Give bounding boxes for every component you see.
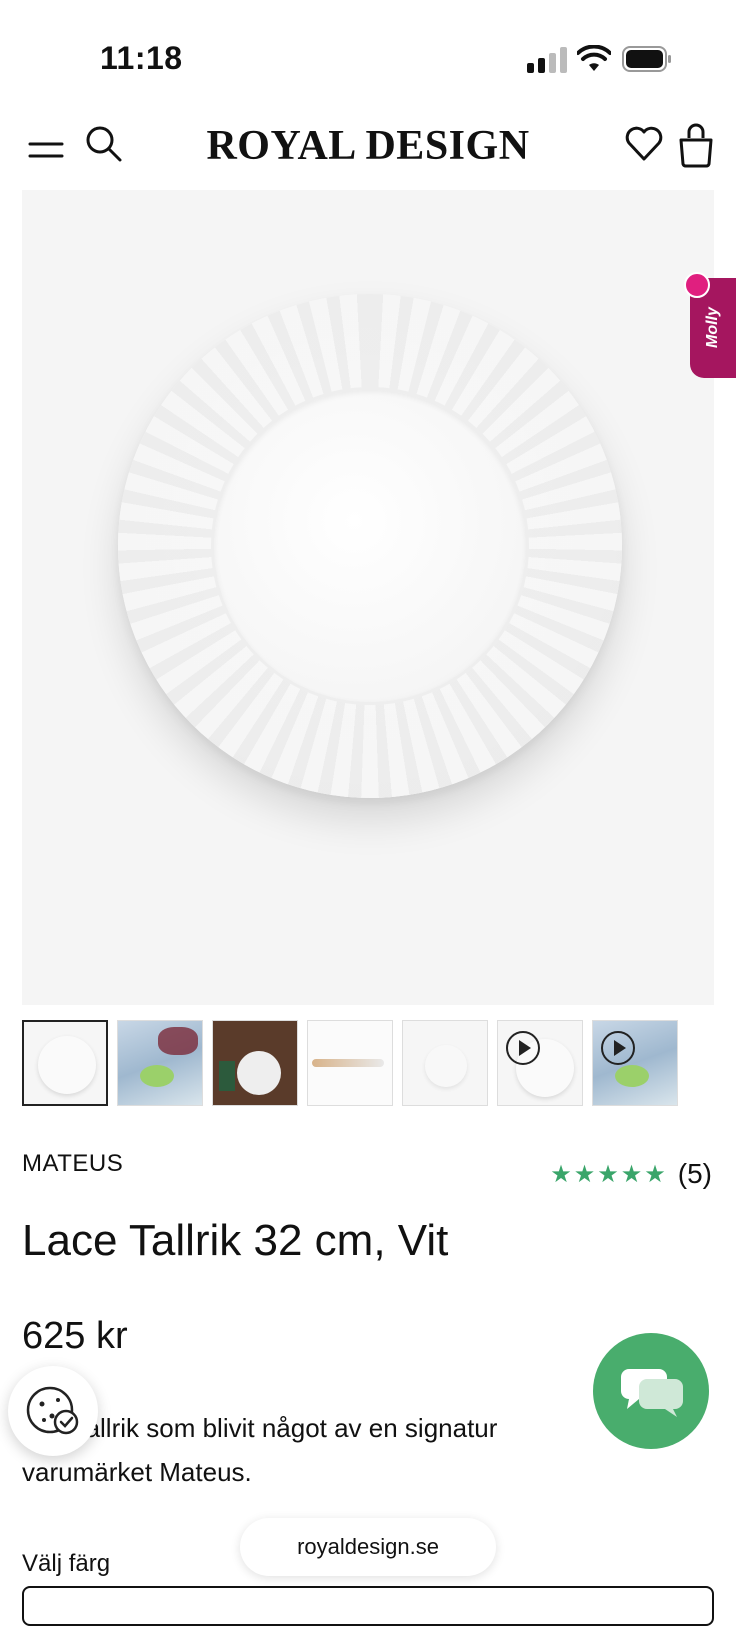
notification-dot bbox=[684, 272, 710, 298]
thumbnail-4[interactable] bbox=[307, 1020, 393, 1106]
thumbnail-5[interactable] bbox=[402, 1020, 488, 1106]
review-count: (5) bbox=[677, 1158, 712, 1189]
rating-stars: ★★★★★ bbox=[550, 1160, 668, 1188]
color-select[interactable] bbox=[22, 1586, 714, 1626]
thumbnail-1[interactable] bbox=[22, 1020, 108, 1106]
thumbnail-strip bbox=[22, 1020, 722, 1108]
thumbnail-2[interactable] bbox=[117, 1020, 203, 1106]
heart-icon[interactable] bbox=[624, 124, 664, 164]
thumbnail-plate bbox=[425, 1045, 467, 1087]
plate-image bbox=[118, 294, 622, 798]
battery-icon bbox=[622, 46, 671, 72]
status-bar: 11:18 bbox=[0, 0, 736, 110]
cellular-signal-icon bbox=[527, 47, 567, 73]
wifi-icon bbox=[577, 45, 611, 71]
product-title: Lace Tallrik 32 cm, Vit bbox=[22, 1216, 449, 1265]
cookie-settings-button[interactable] bbox=[8, 1366, 98, 1456]
play-icon bbox=[601, 1031, 635, 1065]
chat-button[interactable] bbox=[593, 1333, 709, 1449]
site-header: ROYAL DESIGN bbox=[0, 110, 736, 190]
cookie-icon bbox=[26, 1386, 79, 1435]
product-price: 625 kr bbox=[22, 1315, 128, 1357]
thumbnail-3[interactable] bbox=[212, 1020, 298, 1106]
product-brand[interactable]: MATEUS bbox=[22, 1150, 123, 1178]
shopping-bag-icon[interactable] bbox=[678, 122, 714, 168]
product-description: cker tallrik som blivit något av en sign… bbox=[22, 1413, 498, 1487]
thumbnail-video-2[interactable] bbox=[592, 1020, 678, 1106]
product-main-image[interactable] bbox=[22, 190, 714, 1005]
thumbnail-plate bbox=[38, 1036, 96, 1094]
plate-center bbox=[214, 390, 526, 702]
status-time: 11:18 bbox=[100, 40, 183, 76]
thumbnail-video-1[interactable] bbox=[497, 1020, 583, 1106]
color-select-label: Välj färg bbox=[22, 1550, 111, 1577]
browser-url-bar[interactable]: royaldesign.se bbox=[240, 1518, 496, 1576]
play-icon bbox=[506, 1031, 540, 1065]
product-rating[interactable]: ★★★★★ (5) bbox=[550, 1158, 712, 1190]
chat-bubbles-icon bbox=[621, 1369, 683, 1417]
